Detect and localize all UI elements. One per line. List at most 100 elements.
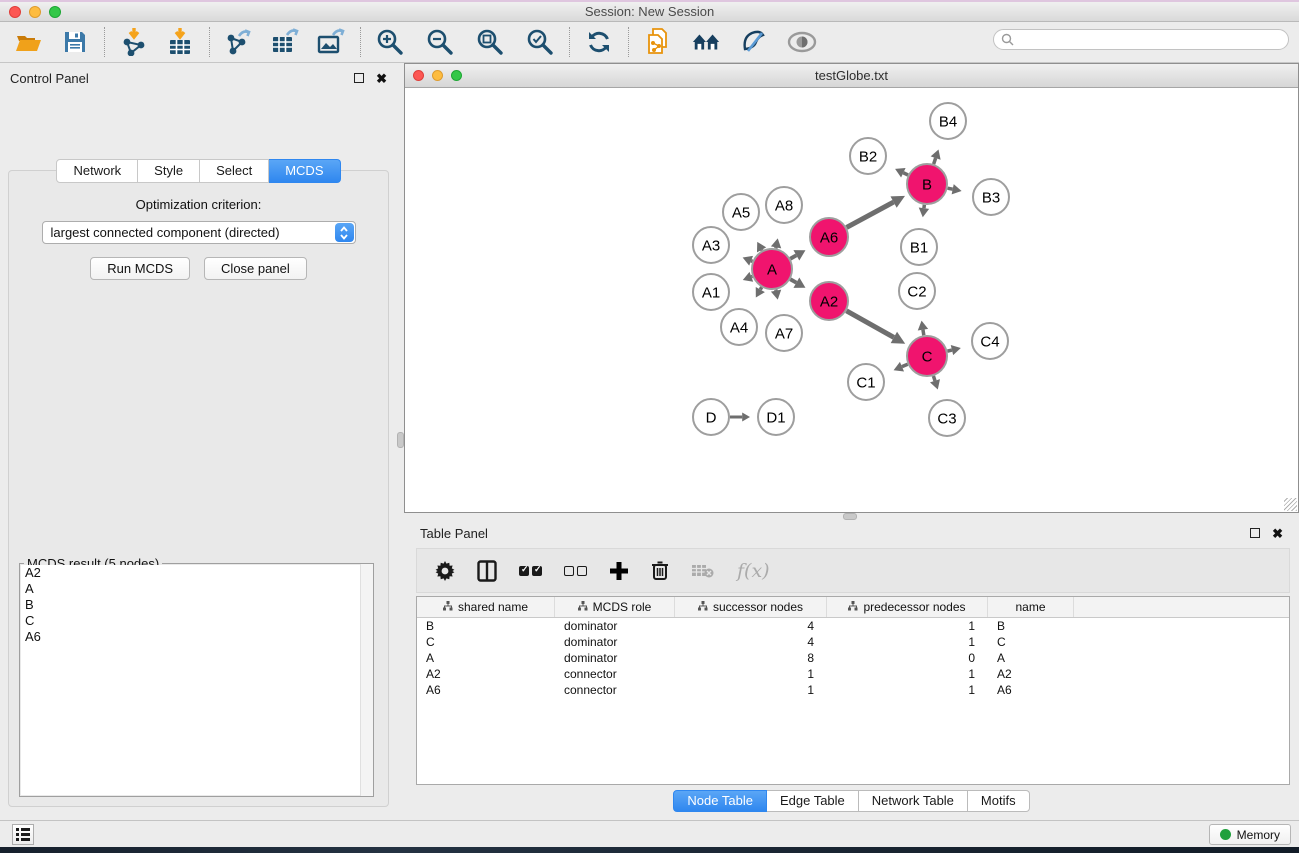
function-icon[interactable]: f(x) <box>737 560 770 582</box>
tab-network-table[interactable]: Network Table <box>859 790 968 812</box>
close-panel-icon[interactable]: ✖ <box>376 72 387 85</box>
cell-shared-name[interactable]: C <box>417 634 555 650</box>
column-header-name[interactable]: name <box>988 597 1074 617</box>
table-row[interactable]: A6connector11A6 <box>417 682 1289 698</box>
result-item[interactable]: A <box>21 581 372 597</box>
edge-C-C2[interactable] <box>923 330 924 336</box>
cell-MCDS-role[interactable]: dominator <box>555 634 675 650</box>
delete-table-icon[interactable] <box>691 563 715 579</box>
column-icon[interactable] <box>477 560 497 582</box>
table-float-icon[interactable] <box>1250 528 1260 538</box>
cell-predecessor-nodes[interactable]: 1 <box>827 634 988 650</box>
cell-name[interactable]: B <box>988 618 1074 634</box>
cell-MCDS-role[interactable]: connector <box>555 666 675 682</box>
cell-shared-name[interactable]: A6 <box>417 682 555 698</box>
column-header-predecessor-nodes[interactable]: predecessor nodes <box>827 597 988 617</box>
edge-A2-C[interactable] <box>846 311 893 338</box>
network-canvas[interactable]: AA1A2A3A4A5A6A7A8BB1B2B3B4CC1C2C3C4DD1 <box>405 88 1298 512</box>
save-icon[interactable] <box>60 27 90 57</box>
import-table-icon[interactable] <box>165 27 195 57</box>
column-header-successor-nodes[interactable]: successor nodes <box>675 597 827 617</box>
edge-B-B2[interactable] <box>903 173 908 175</box>
table-row[interactable]: Bdominator41B <box>417 618 1289 634</box>
add-icon[interactable] <box>609 561 629 581</box>
edge-B-B4[interactable] <box>934 158 936 164</box>
edge-A-A2[interactable] <box>790 279 796 282</box>
edge-C-C1[interactable] <box>902 364 908 366</box>
search-input[interactable] <box>1014 33 1288 47</box>
cell-name[interactable]: A6 <box>988 682 1074 698</box>
tab-edge-table[interactable]: Edge Table <box>767 790 859 812</box>
open-folder-icon[interactable] <box>14 27 44 57</box>
mcds-result-list[interactable]: A2ABCA6 <box>21 565 372 795</box>
hide-style-icon[interactable] <box>739 27 769 57</box>
cell-MCDS-role[interactable]: dominator <box>555 618 675 634</box>
edge-C-C4[interactable] <box>947 350 952 351</box>
tab-node-table[interactable]: Node Table <box>673 790 767 812</box>
criterion-select[interactable]: largest connected component (directed) <box>42 221 356 244</box>
tab-mcds[interactable]: MCDS <box>269 159 340 183</box>
cell-predecessor-nodes[interactable]: 1 <box>827 618 988 634</box>
show-details-eye-icon[interactable] <box>787 27 817 57</box>
zoom-in-icon[interactable] <box>375 27 405 57</box>
cell-successor-nodes[interactable]: 4 <box>675 618 827 634</box>
edge-A6-B[interactable] <box>847 202 894 227</box>
deselect-all-icon[interactable] <box>564 566 587 576</box>
result-scrollbar[interactable] <box>360 564 373 796</box>
resize-grip[interactable] <box>1284 498 1297 511</box>
zoom-selected-icon[interactable] <box>525 27 555 57</box>
zoom-out-icon[interactable] <box>425 27 455 57</box>
gear-icon[interactable] <box>435 561 455 581</box>
tab-style[interactable]: Style <box>138 159 200 183</box>
result-item[interactable]: C <box>21 613 372 629</box>
export-table-icon[interactable] <box>270 27 300 57</box>
table-row[interactable]: A2connector11A2 <box>417 666 1289 682</box>
result-item[interactable]: B <box>21 597 372 613</box>
cybrowser-home-icon[interactable] <box>691 27 721 57</box>
horizontal-split-handle[interactable] <box>843 513 857 520</box>
cell-MCDS-role[interactable]: connector <box>555 682 675 698</box>
refresh-icon[interactable] <box>584 27 614 57</box>
network-graph[interactable]: AA1A2A3A4A5A6A7A8BB1B2B3B4CC1C2C3C4DD1 <box>405 88 1298 512</box>
table-row[interactable]: Cdominator41C <box>417 634 1289 650</box>
cell-shared-name[interactable]: B <box>417 618 555 634</box>
export-network-icon[interactable] <box>224 27 254 57</box>
cell-name[interactable]: C <box>988 634 1074 650</box>
column-header-shared-name[interactable]: shared name <box>417 597 555 617</box>
cell-predecessor-nodes[interactable]: 1 <box>827 666 988 682</box>
close-panel-button[interactable]: Close panel <box>204 257 307 280</box>
cell-predecessor-nodes[interactable]: 0 <box>827 650 988 666</box>
edge-A-A4[interactable] <box>760 287 761 289</box>
cell-shared-name[interactable]: A2 <box>417 666 555 682</box>
tab-select[interactable]: Select <box>200 159 269 183</box>
edge-A-A6[interactable] <box>790 255 796 258</box>
tab-motifs[interactable]: Motifs <box>968 790 1030 812</box>
new-network-from-selection-icon[interactable] <box>643 27 673 57</box>
float-panel-icon[interactable] <box>354 73 364 83</box>
run-mcds-button[interactable]: Run MCDS <box>90 257 190 280</box>
cell-name[interactable]: A <box>988 650 1074 666</box>
zoom-fit-icon[interactable] <box>475 27 505 57</box>
result-item[interactable]: A2 <box>21 565 372 581</box>
export-image-icon[interactable] <box>316 27 346 57</box>
import-network-icon[interactable] <box>119 27 149 57</box>
edge-C-C3[interactable] <box>933 376 935 381</box>
column-header-MCDS-role[interactable]: MCDS role <box>555 597 675 617</box>
vertical-split-handle[interactable] <box>397 432 404 448</box>
cell-MCDS-role[interactable]: dominator <box>555 650 675 666</box>
trash-icon[interactable] <box>651 560 669 581</box>
cell-successor-nodes[interactable]: 1 <box>675 682 827 698</box>
cell-successor-nodes[interactable]: 1 <box>675 666 827 682</box>
task-history-button[interactable] <box>12 824 34 845</box>
table-row[interactable]: Adominator80A <box>417 650 1289 666</box>
memory-button[interactable]: Memory <box>1209 824 1291 845</box>
cell-name[interactable]: A2 <box>988 666 1074 682</box>
result-item[interactable]: A6 <box>21 629 372 645</box>
search-field[interactable] <box>993 29 1289 50</box>
edge-B-B3[interactable] <box>948 188 953 189</box>
tab-network[interactable]: Network <box>56 159 138 183</box>
cell-predecessor-nodes[interactable]: 1 <box>827 682 988 698</box>
cell-successor-nodes[interactable]: 8 <box>675 650 827 666</box>
select-all-icon[interactable] <box>519 566 542 576</box>
cell-successor-nodes[interactable]: 4 <box>675 634 827 650</box>
